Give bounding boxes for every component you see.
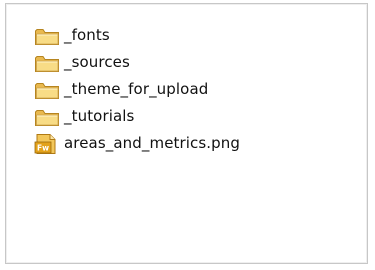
folder-icon xyxy=(34,106,64,128)
item-label: _tutorials xyxy=(64,107,135,125)
file-list: _fonts _sources _theme_for_upload _tutor… xyxy=(34,22,240,157)
file-list-panel: _fonts _sources _theme_for_upload _tutor… xyxy=(5,3,368,264)
folder-icon xyxy=(34,52,64,74)
fw-badge-text: Fw xyxy=(37,143,49,152)
folder-icon xyxy=(34,25,64,47)
item-label: _sources xyxy=(64,53,130,71)
item-label: _fonts xyxy=(64,26,110,44)
folder-icon xyxy=(34,79,64,101)
item-label: _theme_for_upload xyxy=(64,80,209,98)
list-item-tutorials[interactable]: _tutorials xyxy=(34,103,240,130)
item-label: areas_and_metrics.png xyxy=(64,134,241,152)
list-item-theme-for-upload[interactable]: _theme_for_upload xyxy=(34,76,240,103)
fireworks-png-icon: Fw xyxy=(34,133,64,155)
list-item-areas-and-metrics[interactable]: Fw areas_and_metrics.png xyxy=(34,130,240,157)
list-item-fonts[interactable]: _fonts xyxy=(34,22,240,49)
list-item-sources[interactable]: _sources xyxy=(34,49,240,76)
